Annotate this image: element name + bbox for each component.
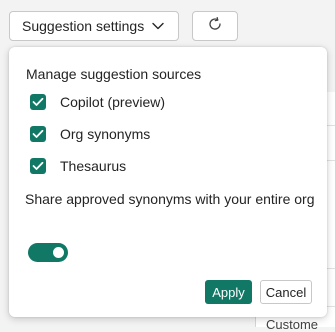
source-label: Thesaurus xyxy=(60,158,127,174)
suggestion-settings-button[interactable]: Suggestion settings xyxy=(9,11,179,41)
source-checkbox-org-synonyms[interactable]: Org synonyms xyxy=(30,126,150,142)
source-label: Copilot (preview) xyxy=(60,94,166,110)
refresh-button[interactable] xyxy=(192,11,238,41)
apply-button[interactable]: Apply xyxy=(205,280,252,304)
checkbox-checked-icon xyxy=(30,158,46,174)
sources-heading: Manage suggestion sources xyxy=(26,66,202,82)
suggestion-settings-popover: Manage suggestion sources Copilot (previ… xyxy=(9,47,327,317)
checkbox-checked-icon xyxy=(30,94,46,110)
refresh-icon xyxy=(207,16,223,37)
share-synonyms-toggle[interactable] xyxy=(28,243,68,262)
cancel-button[interactable]: Cancel xyxy=(260,280,312,304)
chevron-down-icon xyxy=(152,22,164,30)
share-synonyms-heading: Share approved synonyms with your entire… xyxy=(25,191,315,207)
checkbox-checked-icon xyxy=(30,126,46,142)
toggle-knob xyxy=(53,247,64,258)
table-cell: Custome xyxy=(266,317,319,332)
suggestion-settings-label: Suggestion settings xyxy=(22,18,145,34)
source-checkbox-thesaurus[interactable]: Thesaurus xyxy=(30,158,126,174)
source-label: Org synonyms xyxy=(60,126,151,142)
source-checkbox-copilot[interactable]: Copilot (preview) xyxy=(30,94,165,110)
